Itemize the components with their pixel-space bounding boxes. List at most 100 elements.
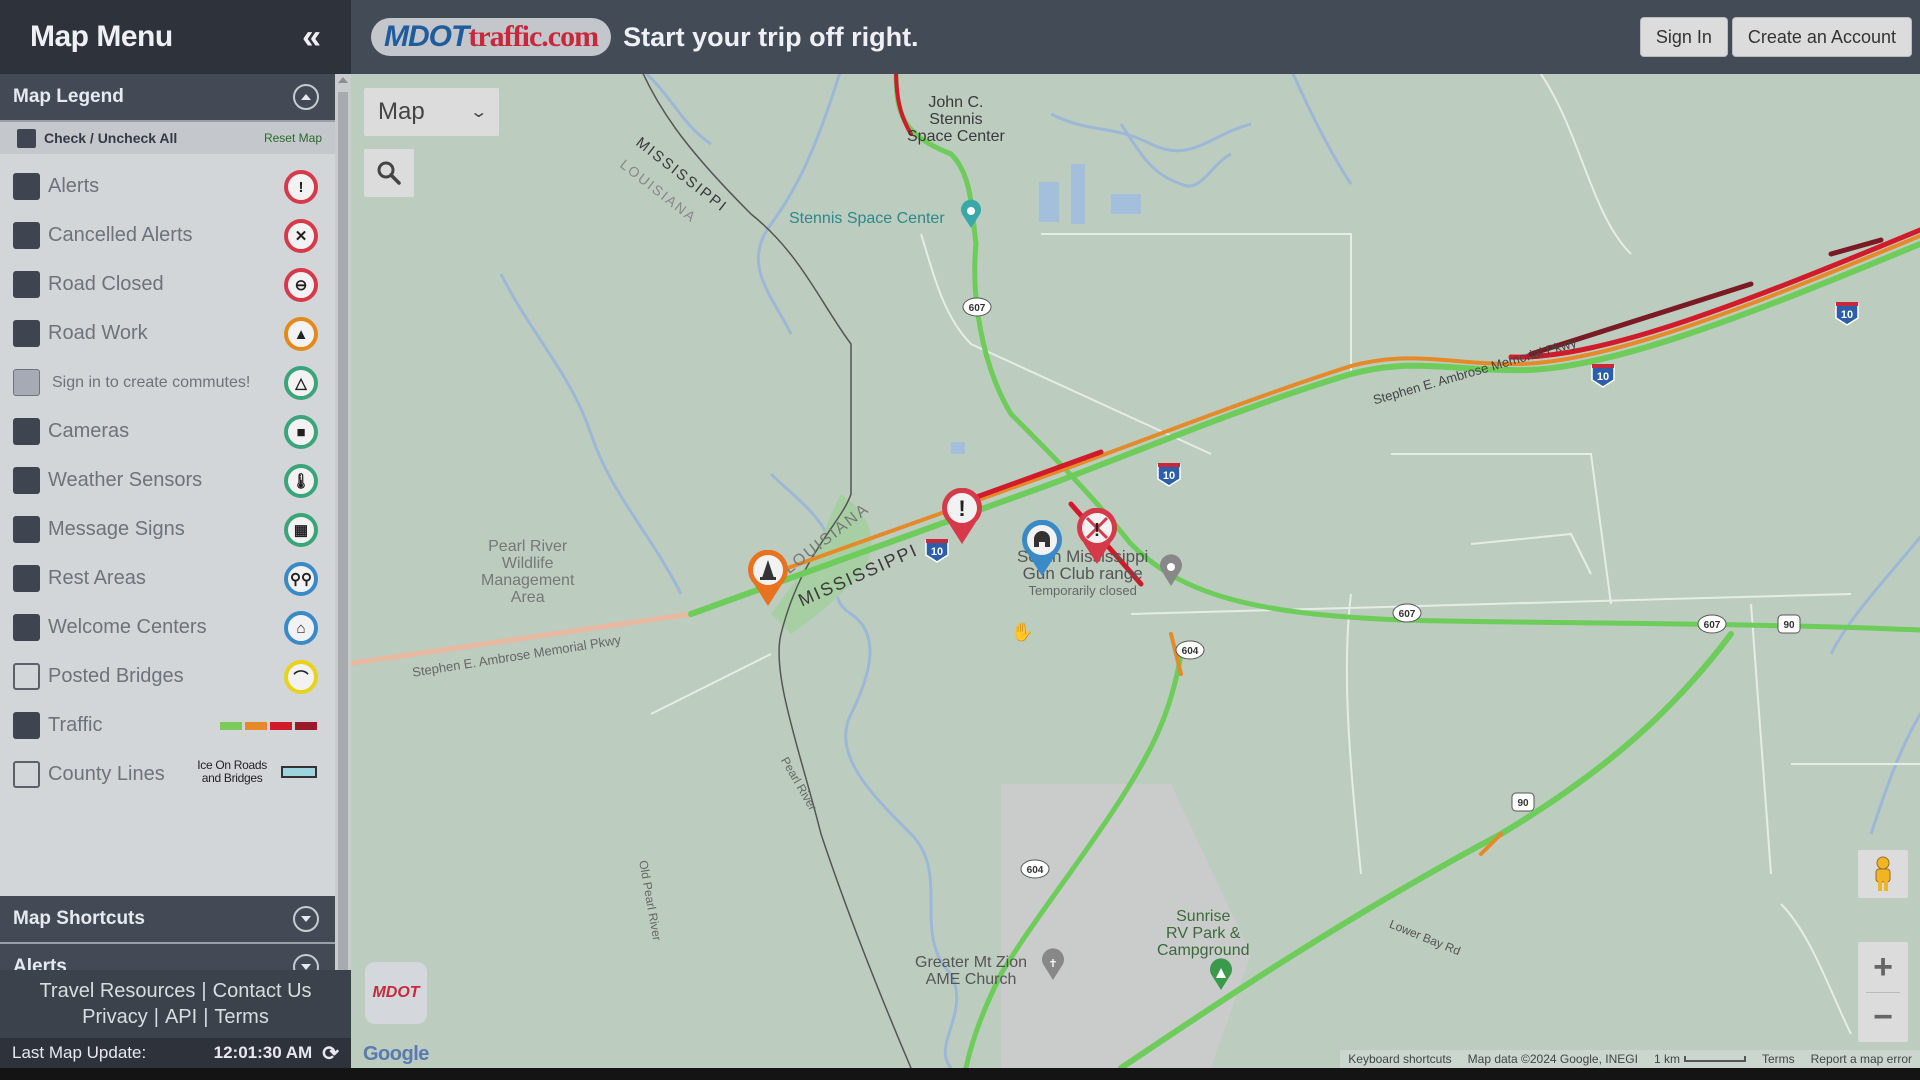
label-stennis-poi[interactable]: Stennis Space Center: [789, 210, 945, 227]
legend-item-cancelled-alerts[interactable]: Cancelled Alerts ✕: [0, 211, 335, 260]
legend-item-alerts[interactable]: Alerts!: [0, 162, 335, 211]
travel-resources-link[interactable]: Travel Resources: [39, 980, 195, 1002]
legend-checkbox[interactable]: [13, 467, 40, 494]
report-map-error-link[interactable]: Report a map error: [1803, 1052, 1920, 1066]
legend-item-road-closed[interactable]: Road Closed ⊖: [0, 260, 335, 309]
link-separator: |: [153, 1006, 159, 1028]
check-all-label[interactable]: Check / Uncheck All: [44, 130, 177, 146]
cancelled-alert-marker[interactable]: !: [1075, 508, 1119, 566]
label-church[interactable]: Greater Mt Zion AME Church: [915, 954, 1027, 988]
zoom-out-button[interactable]: −: [1858, 992, 1908, 1042]
street-view-pegman-button[interactable]: [1858, 850, 1908, 898]
scroll-up-arrow-icon[interactable]: [338, 77, 348, 83]
map-terms-link[interactable]: Terms: [1754, 1052, 1803, 1066]
privacy-link[interactable]: Privacy: [82, 1006, 148, 1028]
legend-checkbox[interactable]: [13, 565, 40, 592]
keyboard-shortcuts-link[interactable]: Keyboard shortcuts: [1340, 1052, 1459, 1066]
road: [1391, 453, 1612, 605]
label-line: Area: [510, 589, 545, 606]
legend-label: Posted Bridges: [48, 665, 184, 687]
legend-checkbox[interactable]: [13, 761, 40, 788]
legend-item-posted-bridges[interactable]: Posted Bridges ⌒: [0, 652, 335, 701]
app-root: Map Menu « Map Legend Check / Uncheck Al…: [0, 0, 1920, 1068]
sign-in-button[interactable]: Sign In: [1639, 17, 1728, 57]
legend-item-rest-areas[interactable]: Rest Areas ⚲⚲: [0, 554, 335, 603]
legend-checkbox[interactable]: [13, 418, 40, 445]
scrollbar-thumb[interactable]: [338, 92, 348, 972]
legend-checkbox[interactable]: [13, 271, 40, 298]
message-sign-icon: ▦: [284, 513, 318, 547]
collapse-up-icon[interactable]: [293, 84, 319, 110]
legend-item-weather-sensors[interactable]: Weather Sensors 🌡: [0, 456, 335, 505]
alert-marker[interactable]: !: [940, 488, 984, 546]
sidebar-footer: Travel Resources | Contact Us Privacy | API |…: [0, 970, 351, 1068]
camera-icon: ■: [284, 415, 318, 449]
check-all-checkbox[interactable]: [17, 128, 36, 148]
commute-route-icon: △: [284, 366, 318, 400]
refresh-icon[interactable]: ⟳: [322, 1041, 339, 1066]
legend-label: Sign in to create commutes!: [52, 373, 251, 391]
traffic-cone-icon: ▲: [284, 317, 318, 351]
zoom-in-button[interactable]: +: [1858, 942, 1908, 992]
minus-icon: −: [1873, 997, 1893, 1036]
legend-checkbox[interactable]: [13, 320, 40, 347]
map-search-button[interactable]: [364, 149, 414, 197]
section-map-shortcuts[interactable]: Map Shortcuts: [0, 896, 335, 944]
legend-label: Welcome Centers: [48, 616, 207, 638]
label-pearl-river-wma: Pearl River Wildlife Management Area: [481, 538, 574, 606]
lake: [1071, 164, 1085, 224]
restroom-icon: ⚲⚲: [284, 562, 318, 596]
reset-map-link[interactable]: Reset Map: [264, 131, 322, 145]
legend-label: Road Work: [48, 322, 148, 344]
expand-down-icon[interactable]: [293, 906, 319, 932]
label-line: Pearl River: [488, 538, 568, 555]
label-line: RV Park &: [1166, 925, 1241, 942]
map-canvas[interactable]: John C. Stennis Space Center Stennis Spa…: [351, 74, 1920, 1068]
legend-checkbox[interactable]: [13, 712, 40, 739]
legend-item-cameras[interactable]: Cameras ■: [0, 407, 335, 456]
legend-item-message-signs[interactable]: Message Signs ▦: [0, 505, 335, 554]
legend-label: Weather Sensors: [48, 469, 203, 491]
road: [1540, 74, 1632, 255]
thermometer-icon: 🌡: [284, 464, 318, 498]
api-link[interactable]: API: [165, 1006, 197, 1028]
map-menu-sidebar: Map Menu « Map Legend Check / Uncheck Al…: [0, 0, 351, 1068]
legend-checkbox[interactable]: [13, 516, 40, 543]
legend-label: Cameras: [48, 420, 130, 442]
legend-checkbox[interactable]: [13, 173, 40, 200]
label-rv-park[interactable]: Sunrise RV Park & Campground: [1157, 908, 1250, 959]
map-scale[interactable]: 1 km: [1646, 1052, 1754, 1066]
contact-us-link[interactable]: Contact Us: [213, 980, 312, 1002]
legend-item-county-lines[interactable]: County Lines Ice On Roads and Bridges: [0, 750, 335, 799]
road: [1470, 532, 1592, 575]
legend-checkbox[interactable]: [13, 222, 40, 249]
label-line: Management: [481, 572, 575, 589]
road: [1041, 233, 1352, 374]
road-work-marker[interactable]: [746, 550, 790, 608]
double-chevron-left-icon[interactable]: «: [302, 18, 321, 57]
terms-link[interactable]: Terms: [214, 1006, 268, 1028]
legend-item-sign-in-to-create-commutes[interactable]: Sign in to create commutes! △: [0, 358, 335, 407]
mdot-badge-logo: MDOT: [365, 962, 427, 1024]
legend-item-traffic[interactable]: Traffic: [0, 701, 335, 750]
scale-label: 1 km: [1653, 1052, 1680, 1066]
legend-checkbox[interactable]: [13, 663, 40, 690]
pegman-icon: [1875, 856, 1891, 891]
bridge-icon: ⌒: [284, 660, 318, 694]
create-account-button[interactable]: Create an Account: [1731, 17, 1912, 57]
legend-checkbox[interactable]: [13, 614, 40, 641]
map-legend-header[interactable]: Map Legend: [0, 74, 335, 122]
road-closed-icon: ⊖: [284, 268, 318, 302]
road: [650, 653, 772, 715]
lake: [951, 442, 965, 454]
link-separator: |: [203, 1006, 209, 1028]
mdot-traffic-logo[interactable]: MDOT traffic.com: [371, 18, 612, 56]
welcome-center-marker[interactable]: [1020, 520, 1064, 578]
map-type-select[interactable]: Map ⌄: [364, 88, 499, 136]
label-stennis-space-center-area: John C. Stennis Space Center: [907, 94, 1005, 145]
sidebar-scrollbar[interactable]: [335, 74, 351, 972]
legend-item-road-work[interactable]: Road Work ▲: [0, 309, 335, 358]
ice-on-roads-legend: Ice On Roads and Bridges: [197, 759, 317, 785]
legend-item-welcome-centers[interactable]: Welcome Centers ⌂: [0, 603, 335, 652]
legend-label: County Lines: [48, 763, 165, 785]
